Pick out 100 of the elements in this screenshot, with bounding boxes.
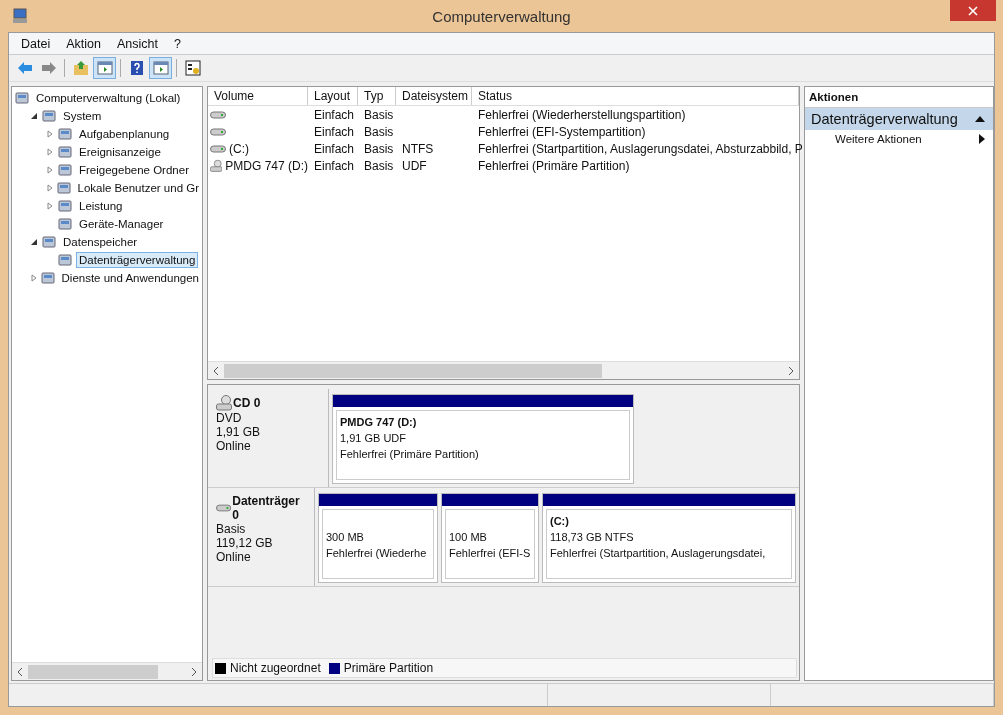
window-title: Computerverwaltung [431,7,572,25]
tree-item[interactable]: Freigegebene Ordner [76,162,192,178]
scroll-right-icon[interactable] [191,667,197,676]
drive-icon [210,126,226,137]
tree-node-icon [57,126,73,142]
drive-icon [210,143,226,154]
table-cell: Fehlerfrei (Startpartition, Auslagerungsdatei, Absturzabbild, P [478,141,803,156]
tree-node-icon [57,252,73,268]
actions-section-header[interactable]: Datenträgerverwaltung [805,108,993,130]
table-cell: Basis [364,141,394,156]
back-arrow-icon [16,60,33,76]
column-header[interactable]: Dateisystem [396,87,472,105]
partition-status: Fehlerfrei (Primäre Partition) [340,447,479,462]
cd-drive-icon [216,395,232,411]
collapse-icon [975,116,985,122]
scroll-right-icon[interactable] [788,366,794,375]
drive-icon [210,109,226,120]
section-title: Datenträgerverwaltung [811,111,958,127]
horizontal-scrollbar[interactable] [208,361,799,379]
pane-icon [152,60,169,76]
scroll-left-icon[interactable] [17,667,23,676]
partition-status: Fehlerfrei (Wiederhe [326,546,427,561]
tree-node-icon [57,198,73,214]
scroll-left-icon[interactable] [213,366,219,375]
table-cell: Einfach [314,124,355,139]
tree-item[interactable]: Ereignisanzeige [76,144,164,160]
partition-size: 118,73 GB NTFS [550,530,634,545]
disk-name: Datenträger 0 [232,494,301,522]
disk-type: DVD [216,411,243,425]
disk-size: 119,12 GB [216,536,274,550]
help-icon [128,60,145,76]
tree-node-icon [41,108,57,124]
table-cell: NTFS [402,141,434,156]
expander-icon[interactable] [30,112,38,120]
close-button[interactable] [950,0,996,21]
tree-item[interactable]: System [60,108,105,124]
close-icon [968,5,978,16]
partition-label: PMDG 747 (D:) [340,415,417,430]
forward-arrow-icon [40,60,57,76]
menu-item[interactable]: Datei [13,36,59,51]
tree-node-icon [57,144,73,160]
table-cell: (C:) [229,141,249,156]
table-cell: Fehlerfrei (Primäre Partition) [478,158,630,173]
tree-node-icon [57,162,73,178]
column-header[interactable]: Volume [208,87,308,105]
partition-size: 100 MB [449,530,487,545]
partition-block[interactable]: PMDG 747 (D:) 1,91 GB UDF Fehlerfrei (Primäre Partition) [332,394,634,484]
tree-item[interactable]: Aufgabenplanung [76,126,173,142]
column-header[interactable]: Layout [308,87,358,105]
disk-type: Basis [216,522,247,536]
tree-item[interactable]: Geräte-Manager [76,216,167,232]
partition-size: 300 MB [326,530,364,545]
folder-up-icon [72,60,89,76]
menu-item[interactable]: ? [165,36,189,51]
expander-icon[interactable] [30,238,38,246]
partition-status: Fehlerfrei (EFI-S [449,546,531,561]
tree-node-icon [55,180,72,196]
horizontal-scrollbar[interactable] [12,662,202,680]
computer-icon [12,8,28,24]
tree-item[interactable]: Leistung [76,198,126,214]
tree-node-icon [39,270,56,286]
table-cell: Fehlerfrei (EFI-Systempartition) [478,124,646,139]
column-header[interactable]: Status [472,87,799,105]
table-cell: PMDG 747 (D:) [225,158,308,173]
menu-item[interactable]: Aktion [58,36,109,51]
disk-name: CD 0 [233,396,261,410]
action-link[interactable]: Weitere Aktionen [835,133,922,145]
table-cell: Basis [364,158,394,173]
table-cell: Einfach [314,107,355,122]
disk-status: Online [216,550,252,564]
partition-size: 1,91 GB UDF [340,431,407,446]
column-header[interactable]: Typ [358,87,396,105]
submenu-arrow-icon [979,134,985,144]
tree-node-icon [14,90,30,106]
tree-toolbar-button[interactable] [93,57,116,79]
table-cell: Einfach [314,158,355,173]
pane-icon [96,60,113,76]
tree-item[interactable]: Dienste und Anwendungen [58,270,202,286]
partition-block[interactable]: 100 MB Fehlerfrei (EFI-S [441,493,539,583]
partition-label: (C:) [550,514,569,529]
table-cell: Basis [364,124,394,139]
table-cell: Einfach [314,141,355,156]
partition-block[interactable]: 300 MB Fehlerfrei (Wiederhe [318,493,438,583]
disk-size: 1,91 GB [216,425,262,439]
menu-item[interactable]: Ansicht [108,36,166,51]
tree-item[interactable]: Computerverwaltung (Lokal) [33,90,184,106]
drive-icon [216,503,232,513]
partition-block[interactable]: (C:) 118,73 GB NTFS Fehlerfrei (Startpartition, Auslagerungsdatei, [542,493,796,583]
tree-item[interactable]: Datenspeicher [60,234,141,250]
disk-status: Online [216,439,252,453]
tree-item[interactable]: Lokale Benutzer und Gr [74,180,202,196]
tree-item[interactable]: Datenträgerverwaltung [76,252,199,268]
pane-toolbar-button[interactable] [149,57,172,79]
partition-status: Fehlerfrei (Startpartition, Auslagerungsdatei, [550,546,766,561]
tree-node-icon [41,234,57,250]
legend-label: Nicht zugeordnet [230,661,321,675]
table-cell: Basis [364,107,394,122]
legend-label: Primäre Partition [343,661,434,675]
tree-node-icon [57,216,73,232]
table-cell: Fehlerfrei (Wiederherstellungspartition) [478,107,686,122]
